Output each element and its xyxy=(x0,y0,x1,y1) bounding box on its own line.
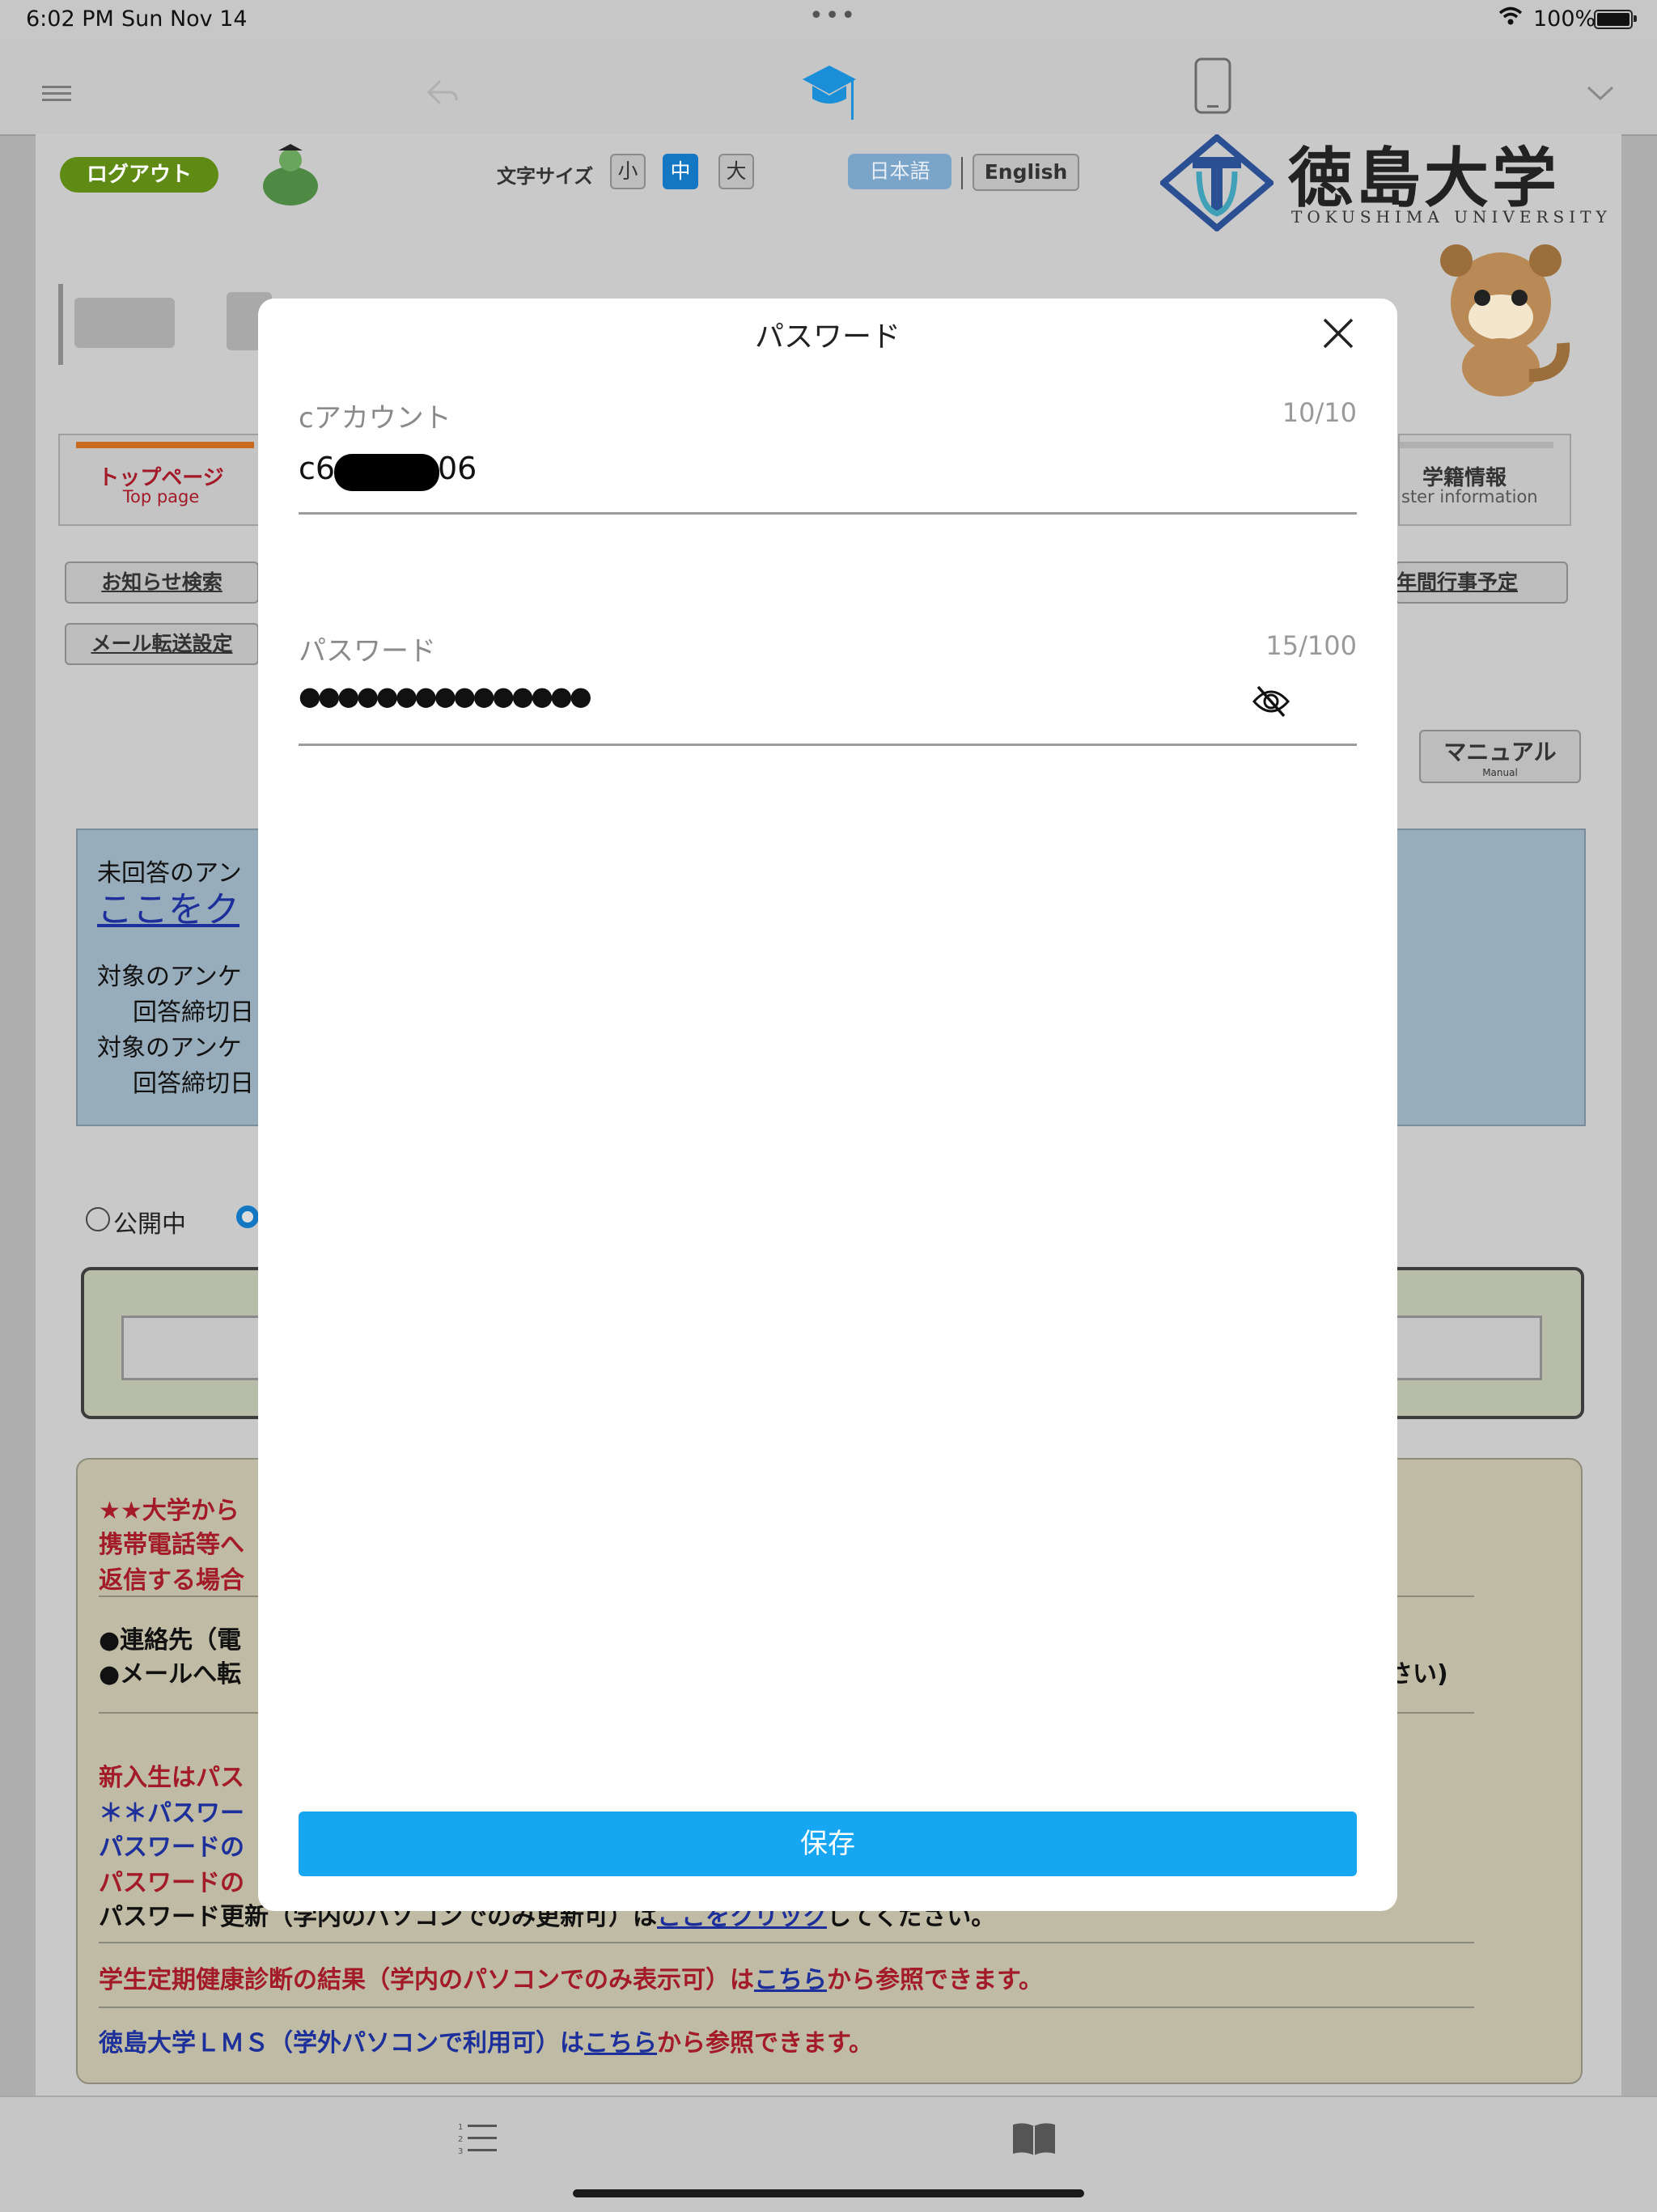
status-time: 6:02 PM xyxy=(26,6,114,32)
eye-off-icon[interactable] xyxy=(1252,685,1290,718)
manual-label: マニュアル xyxy=(1443,739,1557,765)
multitasking-dots[interactable]: ••• xyxy=(809,2,857,30)
svg-text:3: 3 xyxy=(458,2147,463,2155)
language-japanese-button[interactable]: 日本語 xyxy=(848,154,951,189)
password-value: ●●●●●●●●●●●●●●● xyxy=(299,680,592,711)
redaction-mark xyxy=(334,454,439,491)
account-field[interactable]: c6 06 xyxy=(299,444,1357,493)
survey-link[interactable]: ここをク xyxy=(97,880,239,932)
tab-register-label-en: ster information xyxy=(1401,487,1538,506)
notice-line-8: パスワードの xyxy=(99,1833,244,1862)
radio-public-label: 公開中 xyxy=(113,1210,186,1239)
account-underline xyxy=(299,512,1357,515)
password-counter: 15/100 xyxy=(1265,630,1357,661)
notice-line-7: ＊＊パスワー xyxy=(99,1799,244,1828)
tokushima-logo-icon xyxy=(1160,134,1273,231)
app-toolbar xyxy=(0,39,1657,136)
close-icon[interactable] xyxy=(1318,313,1358,354)
status-date: Sun Nov 14 xyxy=(121,6,248,32)
notice-line-9: パスワードの xyxy=(99,1869,244,1897)
health-check-link[interactable]: こちら xyxy=(754,1966,827,1994)
annual-events-button[interactable]: 年間行事予定 xyxy=(1395,561,1568,604)
account-label: cアカウント xyxy=(299,402,451,434)
radio-public[interactable] xyxy=(86,1207,110,1231)
notice-line-5-tail: さい) xyxy=(1388,1660,1448,1689)
notice-line-2: 携帯電話等へ xyxy=(99,1531,244,1559)
battery-tip xyxy=(1634,15,1637,22)
survey-line-6: 回答締切日 xyxy=(133,1070,254,1098)
manual-label-en: Manual xyxy=(1482,767,1518,778)
save-button[interactable]: 保存 xyxy=(299,1812,1357,1876)
notice-search-button[interactable]: お知らせ検索 xyxy=(65,561,259,604)
notice-divider-4 xyxy=(99,2006,1474,2008)
radio-selected[interactable] xyxy=(236,1206,259,1228)
tab-indicator xyxy=(76,442,254,448)
tab-top-page[interactable]: トップページ Top page xyxy=(58,434,264,526)
svg-text:2: 2 xyxy=(458,2135,463,2144)
password-underline xyxy=(299,744,1357,746)
svg-text:1: 1 xyxy=(458,2123,463,2132)
chevron-down-icon[interactable] xyxy=(1586,84,1615,102)
graduation-cap-icon[interactable] xyxy=(801,61,858,126)
tab-top-page-label-en: Top page xyxy=(122,487,200,506)
book-icon[interactable] xyxy=(1011,2121,1057,2157)
tab-indicator-2 xyxy=(1400,442,1553,448)
notice-line-6: 新入生はパス xyxy=(99,1764,244,1792)
notice-line-1: ★★大学から xyxy=(99,1497,239,1525)
notice-line-12: 徳島大学ＬＭＳ（学外パソコンで利用可）はこちらから参照できます。 xyxy=(99,2023,873,2058)
font-size-medium-button[interactable]: 中 xyxy=(663,154,698,189)
battery-icon xyxy=(1594,10,1633,29)
password-dialog: パスワード cアカウント 10/10 c6 06 パスワード 15/100 ●●… xyxy=(258,299,1397,1911)
password-label: パスワード xyxy=(299,635,436,667)
mail-forward-button[interactable]: メール転送設定 xyxy=(65,623,259,665)
manual-button[interactable]: マニュアル Manual xyxy=(1419,730,1581,783)
numbered-list-icon[interactable]: 1 2 3 xyxy=(458,2121,498,2155)
notice-line-3: 返信する場合 xyxy=(99,1566,244,1595)
menu-icon[interactable] xyxy=(42,84,71,104)
dialog-title: パスワード xyxy=(754,320,901,354)
mascot-icon xyxy=(1440,244,1570,396)
notice-line-11: 学生定期健康診断の結果（学内のパソコンでのみ表示可）はこちらから参照できます。 xyxy=(99,1960,1043,1995)
side-divider xyxy=(58,284,63,365)
notice-line-12-pre: 徳島大学ＬＭＳ（学外パソコンで利用可）は xyxy=(99,2029,584,2057)
font-size-large-button[interactable]: 大 xyxy=(718,154,754,189)
battery-percent: 100% xyxy=(1533,6,1596,32)
wifi-icon xyxy=(1498,6,1523,25)
turtle-mascot-icon xyxy=(263,144,318,206)
lms-link[interactable]: こちら xyxy=(584,2029,657,2057)
account-counter: 10/10 xyxy=(1282,397,1357,428)
status-bar: 6:02 PM Sun Nov 14 ••• 100% xyxy=(0,0,1657,39)
phone-icon[interactable] xyxy=(1193,57,1233,115)
survey-line-3: 対象のアンケ xyxy=(97,963,242,991)
notice-divider-3 xyxy=(99,1942,1474,1943)
survey-line-4: 回答締切日 xyxy=(133,998,254,1027)
language-english-button[interactable]: English xyxy=(973,154,1079,191)
password-field[interactable]: ●●●●●●●●●●●●●●● xyxy=(299,676,1269,724)
hidden-button[interactable] xyxy=(74,298,175,348)
font-size-small-button[interactable]: 小 xyxy=(610,154,646,189)
home-indicator[interactable] xyxy=(573,2189,1084,2197)
notice-line-4: ●連絡先（電 xyxy=(99,1626,242,1655)
account-prefix: c6 xyxy=(299,451,336,486)
font-size-label: 文字サイズ xyxy=(497,165,594,188)
notice-line-5: ●メールへ転 xyxy=(99,1660,242,1689)
university-name-en: TOKUSHIMA UNIVERSITY xyxy=(1291,207,1612,227)
back-arrow-icon[interactable] xyxy=(426,78,458,107)
language-divider xyxy=(961,157,963,189)
tab-register-info[interactable]: 学籍情報 ster information xyxy=(1398,434,1571,526)
survey-line-5: 対象のアンケ xyxy=(97,1034,242,1062)
notice-line-11-post: から参照できます。 xyxy=(827,1966,1043,1994)
notice-line-12-post: から参照できます。 xyxy=(657,2029,873,2057)
notice-line-11-pre: 学生定期健康診断の結果（学内のパソコンでのみ表示可）は xyxy=(99,1966,754,1994)
logout-button[interactable]: ログアウト xyxy=(60,157,218,193)
account-suffix: 06 xyxy=(438,451,477,486)
